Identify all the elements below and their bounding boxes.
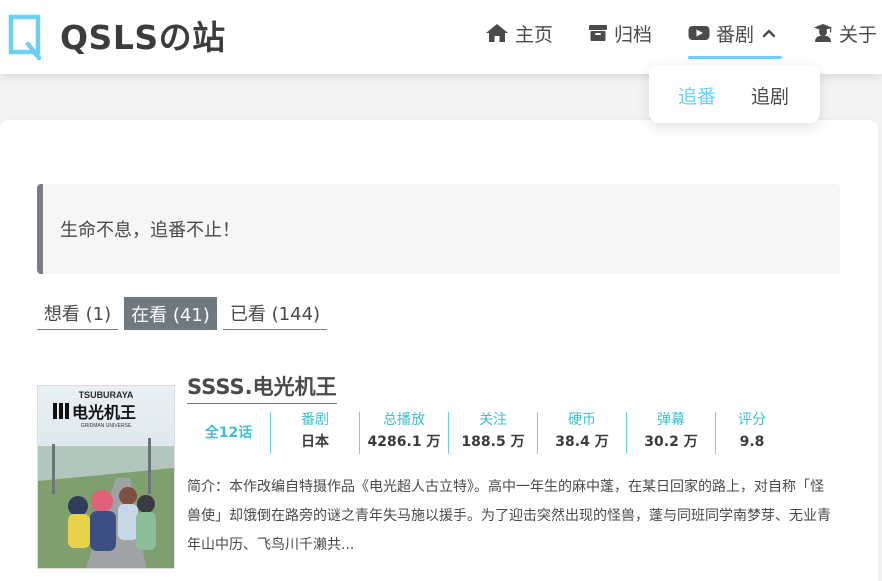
stat-danmaku: 弹幕 30.2 万 (627, 410, 715, 454)
stat-rating: 评分 9.8 (716, 410, 788, 454)
stat-total-plays: 总播放 4286.1 万 (360, 410, 448, 454)
episode-count: 全12话 (187, 410, 270, 454)
dropdown-item-anime[interactable]: 追番 (678, 82, 716, 109)
nav-item-label: 归档 (614, 23, 653, 46)
site-header: QSLSの站 主页 归档 番剧 关于 (0, 0, 882, 74)
stat-label: 关注 (479, 412, 507, 428)
stat-followers: 关注 188.5 万 (449, 410, 537, 454)
stat-coins: 硬币 38.4 万 (538, 410, 626, 454)
quote-text: 生命不息，追番不止！ (60, 220, 240, 241)
anime-title[interactable]: SSSS.电光机王 (187, 371, 337, 404)
bangumi-dropdown-menu: 追番 追剧 (649, 65, 820, 123)
poster-logo: 电光机王 (72, 403, 136, 422)
youtube-play-icon (688, 26, 710, 40)
nav-item-archive[interactable]: 归档 (588, 20, 652, 46)
logo-icon[interactable] (8, 14, 42, 60)
archive-icon (589, 25, 607, 41)
anime-poster[interactable]: TSUBURAYA 电光机王 GRIDMAN UNIVERSE (37, 385, 175, 569)
stat-value: 188.5 万 (461, 434, 525, 450)
nav-item-home[interactable]: 主页 (485, 20, 553, 46)
nav-item-label: 关于 (839, 23, 878, 46)
tab-watching[interactable]: 在看 (41) (124, 297, 217, 330)
stat-label: 番剧 (301, 412, 329, 428)
nav-item-label: 番剧 (716, 23, 755, 46)
main-card: 生命不息，追番不止！ 想看 (1) 在看 (41) 已看 (144) TSUBU… (0, 120, 878, 581)
stat-label: 弹幕 (657, 412, 685, 428)
nav-item-about[interactable]: 关于 (813, 20, 877, 46)
stat-value: 9.8 (739, 434, 765, 450)
tab-watched[interactable]: 已看 (144) (223, 297, 327, 330)
stat-value: 日本 (301, 434, 329, 450)
anime-description: 简介：本作改编自特摄作品《电光超人古立特》。高中一年生的麻中蓬，在某日回家的路上… (187, 479, 831, 553)
user-graduate-icon (814, 24, 832, 42)
stat-label: 评分 (738, 412, 766, 428)
stat-label: 硬币 (568, 412, 596, 428)
site-title[interactable]: QSLSの站 (60, 11, 226, 59)
poster-subtitle: GRIDMAN UNIVERSE (81, 423, 132, 429)
dropdown-item-drama[interactable]: 追剧 (751, 82, 789, 109)
stat-value: 30.2 万 (644, 434, 698, 450)
home-icon (486, 24, 508, 42)
poster-brand: TSUBURAYA (79, 390, 134, 400)
stat-label: 总播放 (383, 412, 425, 428)
chevron-up-icon[interactable] (762, 28, 776, 38)
nav-item-bangumi[interactable]: 番剧 (688, 20, 783, 59)
quote-block: 生命不息，追番不止！ (37, 184, 840, 274)
poster-image: TSUBURAYA 电光机王 GRIDMAN UNIVERSE (38, 386, 174, 568)
stat-value: 38.4 万 (555, 434, 609, 450)
stat-region: 番剧 日本 (271, 410, 359, 454)
stat-value: 4286.1 万 (367, 434, 441, 450)
episode-count-text: 全12话 (204, 425, 253, 441)
tab-want-to-watch[interactable]: 想看 (1) (37, 297, 118, 330)
nav-item-label: 主页 (515, 23, 554, 46)
